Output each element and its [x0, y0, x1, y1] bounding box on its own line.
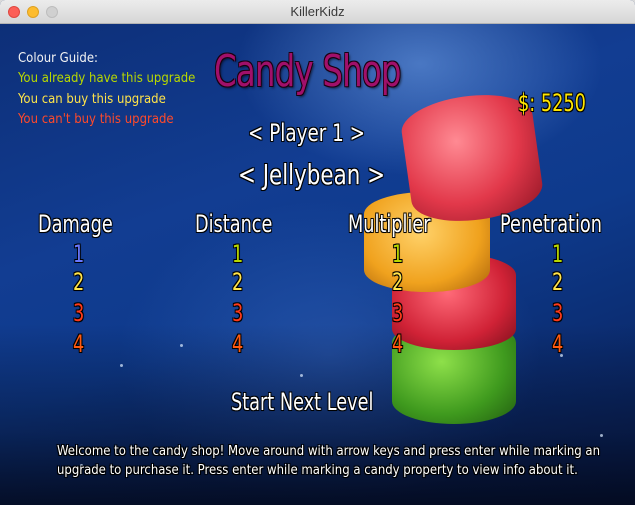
- player-selector[interactable]: < Player 1 >: [248, 119, 365, 147]
- colour-guide-title: Colour Guide:: [18, 51, 98, 66]
- money-display: $: 5250: [518, 89, 586, 117]
- multiplier-upgrade-4[interactable]: 4: [392, 330, 403, 358]
- column-header-penetration[interactable]: Penetration: [500, 210, 602, 238]
- colour-guide-have: You already have this upgrade: [18, 71, 196, 86]
- penetration-upgrade-3[interactable]: 3: [552, 299, 563, 327]
- shop-title: Candy Shop: [214, 46, 402, 97]
- column-header-distance[interactable]: Distance: [195, 210, 272, 238]
- distance-upgrade-4[interactable]: 4: [232, 330, 243, 358]
- damage-upgrade-3[interactable]: 3: [73, 299, 84, 327]
- candy-selector[interactable]: < Jellybean >: [238, 158, 385, 191]
- multiplier-upgrade-3[interactable]: 3: [392, 299, 403, 327]
- title-bar[interactable]: KillerKidz: [0, 0, 635, 24]
- penetration-upgrade-2[interactable]: 2: [552, 268, 563, 296]
- penetration-upgrade-4[interactable]: 4: [552, 330, 563, 358]
- welcome-instructions: Welcome to the candy shop! Move around w…: [57, 444, 600, 478]
- damage-upgrade-4[interactable]: 4: [73, 330, 84, 358]
- column-header-damage[interactable]: Damage: [38, 210, 113, 238]
- multiplier-upgrade-2[interactable]: 2: [392, 268, 403, 296]
- game-window: KillerKidz Colour Guide: You already hav…: [0, 0, 635, 505]
- penetration-upgrade-1[interactable]: 1: [552, 240, 563, 268]
- distance-upgrade-3[interactable]: 3: [232, 299, 243, 327]
- colour-guide-cant-buy: You can't buy this upgrade: [18, 112, 174, 127]
- column-header-multiplier[interactable]: Multiplier: [348, 210, 431, 238]
- multiplier-upgrade-1[interactable]: 1: [392, 240, 403, 268]
- shop-hud: Colour Guide: You already have this upgr…: [0, 24, 635, 505]
- damage-upgrade-2[interactable]: 2: [73, 268, 84, 296]
- start-next-level-button[interactable]: Start Next Level: [231, 388, 373, 416]
- damage-upgrade-1[interactable]: 1: [73, 240, 84, 268]
- distance-upgrade-2[interactable]: 2: [232, 268, 243, 296]
- colour-guide-can-buy: You can buy this upgrade: [18, 92, 166, 107]
- distance-upgrade-1[interactable]: 1: [232, 240, 243, 268]
- window-title: KillerKidz: [290, 4, 345, 19]
